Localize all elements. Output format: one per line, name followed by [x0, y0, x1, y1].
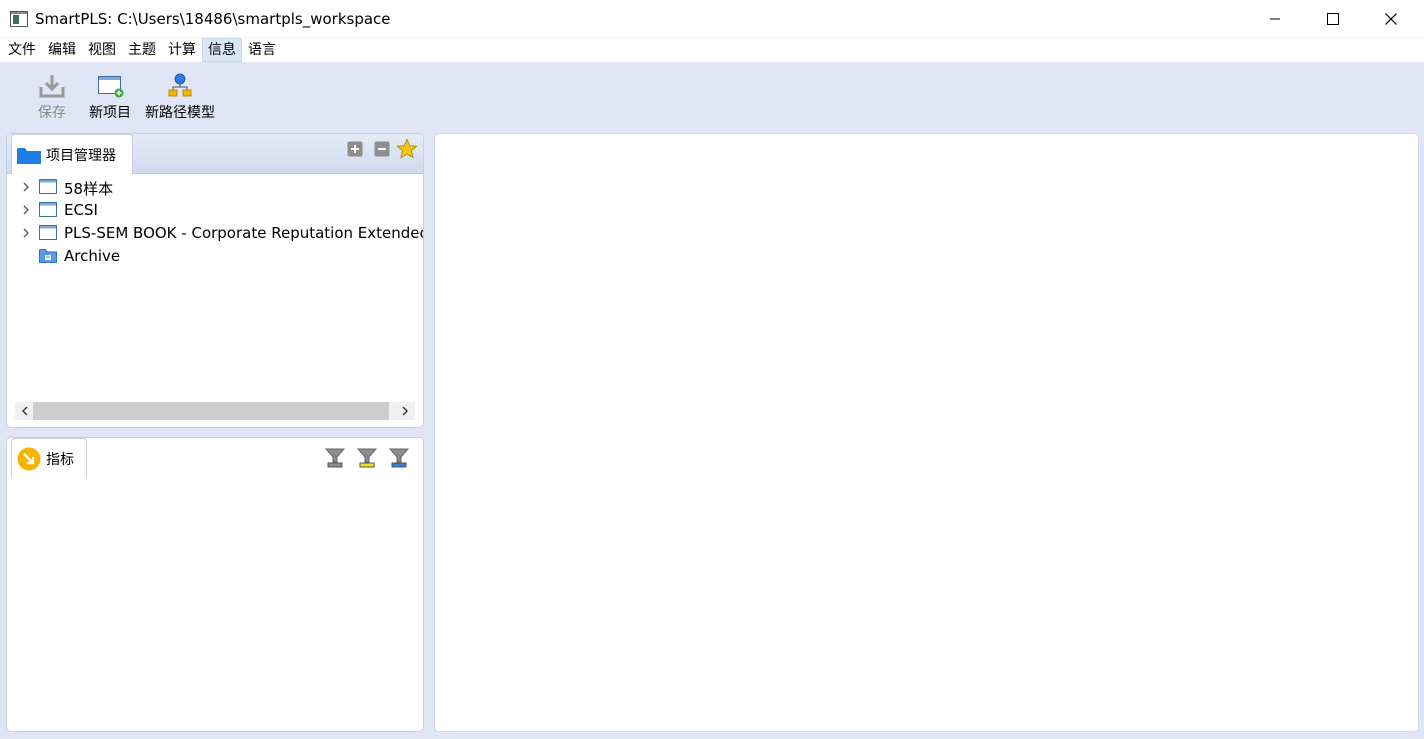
project-explorer-tab-label: 项目管理器 — [46, 147, 116, 164]
indicators-header: 指标 — [7, 438, 423, 478]
chevron-right-icon[interactable] — [21, 205, 31, 215]
save-icon — [37, 72, 67, 100]
menu-view[interactable]: 视图 — [82, 38, 122, 62]
new-path-model-label: 新路径模型 — [145, 105, 215, 121]
maximize-button[interactable] — [1304, 0, 1362, 38]
minimize-button[interactable] — [1246, 0, 1304, 38]
tree-item[interactable]: Archive — [7, 245, 423, 268]
favorite-button[interactable] — [396, 138, 418, 160]
tab-indicators[interactable]: 指标 — [11, 438, 87, 478]
menu-edit[interactable]: 编辑 — [42, 38, 82, 62]
filter-yellow-icon — [356, 448, 378, 468]
expand-all-button[interactable] — [346, 140, 364, 158]
window-title: SmartPLS: C:\Users\18486\smartpls_worksp… — [35, 10, 391, 28]
close-icon — [1385, 13, 1397, 25]
menu-info[interactable]: 信息 — [202, 38, 242, 62]
indicator-icon — [17, 447, 41, 470]
menu-file[interactable]: 文件 — [2, 38, 42, 62]
filter-blue-icon — [388, 448, 410, 468]
tree-item[interactable]: 58样本 — [7, 176, 423, 199]
toolbar: 保存 新项目 新路径模型 — [0, 62, 1424, 130]
project-icon — [39, 202, 57, 217]
app-window: SmartPLS: C:\Users\18486\smartpls_worksp… — [0, 0, 1424, 739]
menu-theme[interactable]: 主题 — [122, 38, 162, 62]
project-icon — [39, 179, 57, 194]
project-explorer-panel: 项目管理器 58样本 ECSI PLS-SEM BOOK - Corporate… — [6, 133, 424, 428]
new-path-model-button[interactable]: 新路径模型 — [145, 72, 215, 122]
indicators-panel: 指标 — [6, 437, 424, 732]
project-icon — [39, 225, 57, 240]
chevron-right-icon[interactable] — [21, 182, 31, 192]
tab-project-explorer[interactable]: 项目管理器 — [11, 134, 133, 174]
save-button[interactable]: 保存 — [37, 72, 67, 122]
tree-item-label: ECSI — [64, 201, 98, 219]
new-project-label: 新项目 — [89, 105, 131, 121]
minimize-icon — [1270, 18, 1280, 20]
filter-blue-button[interactable] — [388, 446, 410, 468]
indicators-tab-label: 指标 — [46, 451, 74, 468]
minus-icon — [374, 141, 390, 157]
tree-item[interactable]: PLS-SEM BOOK - Corporate Reputation Exte… — [7, 222, 423, 245]
close-button[interactable] — [1362, 0, 1420, 38]
save-label: 保存 — [38, 105, 66, 121]
tree-item-label: Archive — [64, 247, 121, 265]
scroll-right-icon[interactable] — [399, 405, 411, 417]
menu-bar: 文件 编辑 视图 主题 计算 信息 语言 — [0, 38, 1424, 62]
archive-folder-icon — [39, 249, 57, 263]
filter-button[interactable] — [324, 446, 346, 468]
tree-item[interactable]: ECSI — [7, 199, 423, 222]
menu-calculate[interactable]: 计算 — [162, 38, 202, 62]
collapse-all-button[interactable] — [373, 140, 391, 158]
title-bar: SmartPLS: C:\Users\18486\smartpls_worksp… — [0, 0, 1424, 38]
project-explorer-header: 项目管理器 — [7, 134, 423, 174]
folder-icon — [17, 147, 41, 164]
menu-language[interactable]: 语言 — [242, 38, 282, 62]
tree-item-label: 58样本 — [64, 180, 114, 198]
chevron-right-icon[interactable] — [21, 228, 31, 238]
horizontal-scrollbar[interactable] — [15, 402, 415, 420]
editor-area[interactable] — [434, 133, 1419, 732]
plus-icon — [347, 141, 363, 157]
tree-item-label: PLS-SEM BOOK - Corporate Reputation Exte… — [64, 224, 424, 242]
filter-icon — [324, 448, 346, 468]
scroll-left-icon[interactable] — [19, 405, 31, 417]
maximize-icon — [1327, 13, 1339, 25]
filter-yellow-button[interactable] — [356, 446, 378, 468]
star-icon — [396, 138, 418, 159]
new-project-button[interactable]: 新项目 — [89, 72, 131, 122]
path-model-icon — [165, 72, 195, 100]
scrollbar-thumb[interactable] — [33, 402, 389, 420]
app-icon — [10, 11, 28, 27]
new-project-icon — [95, 72, 125, 100]
